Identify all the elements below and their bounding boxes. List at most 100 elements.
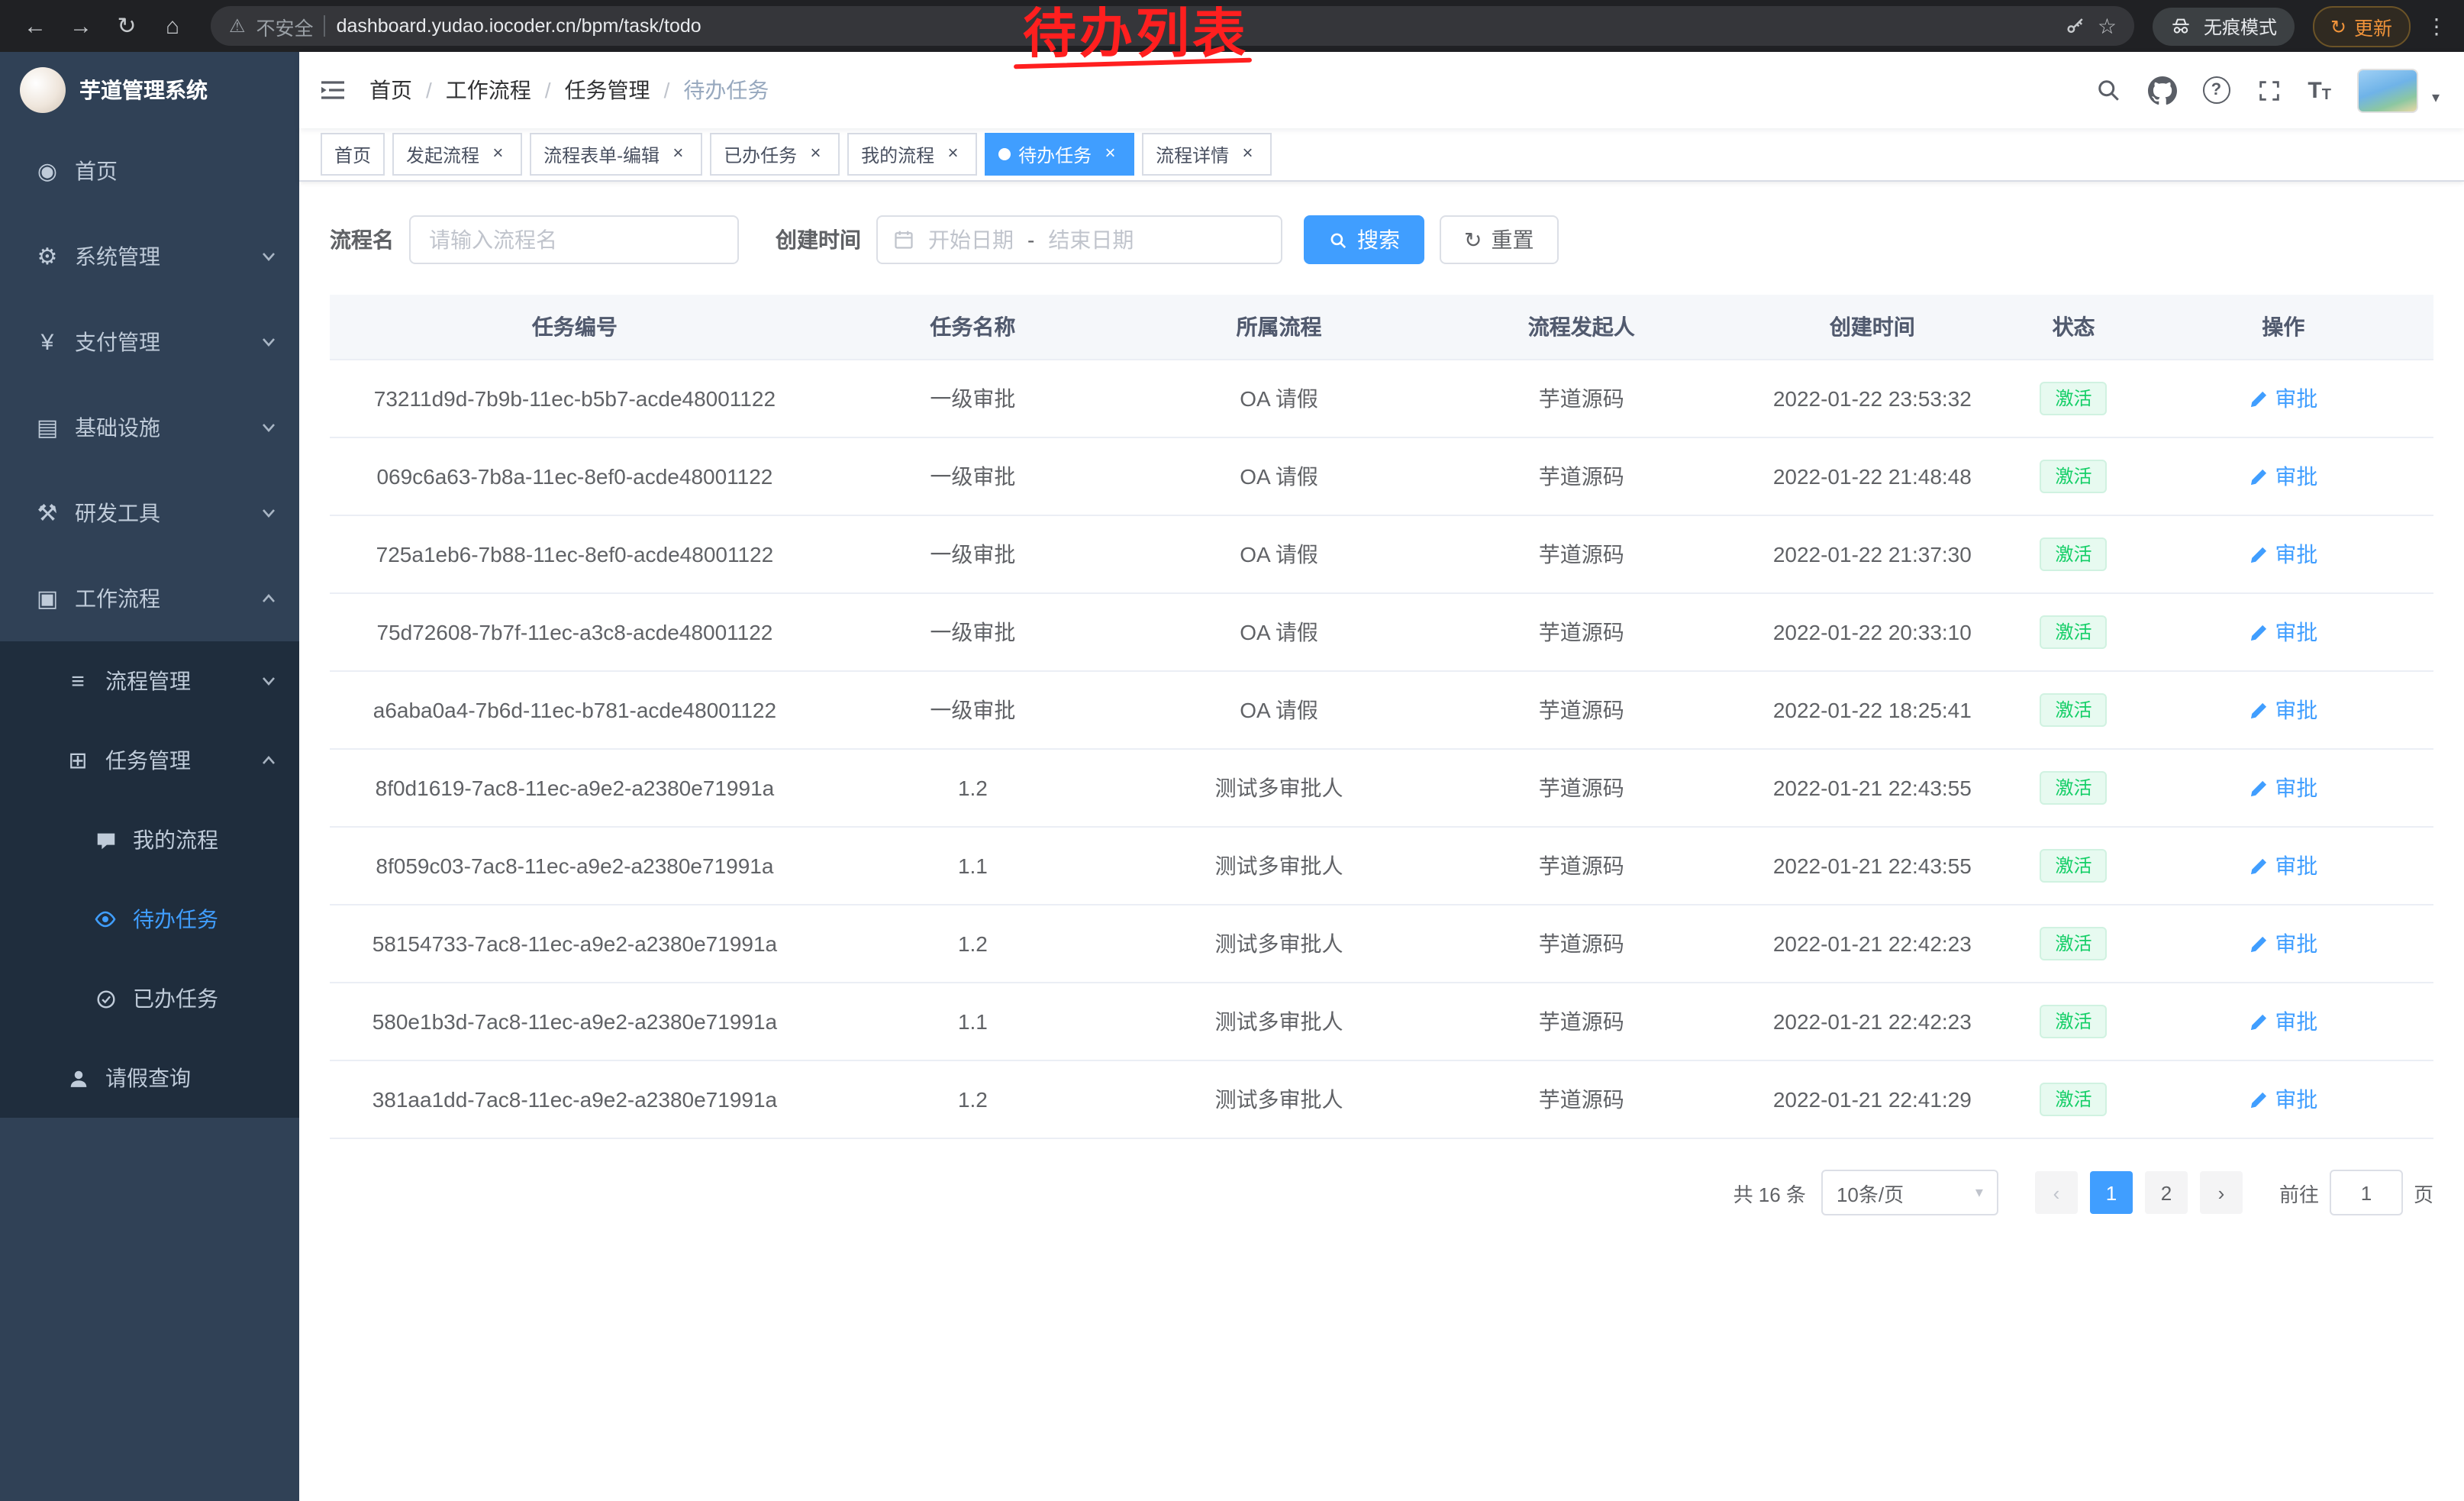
approve-link[interactable]: 审批 — [2249, 461, 2317, 492]
chevron-up-icon — [260, 589, 278, 608]
page-button-1[interactable]: 1 — [2090, 1171, 2133, 1214]
github-icon[interactable] — [2147, 76, 2176, 105]
breadcrumb-workflow[interactable]: 工作流程 — [446, 75, 531, 105]
sidebar-item-done-task[interactable]: 已办任务 — [0, 959, 299, 1038]
approve-link[interactable]: 审批 — [2249, 539, 2317, 570]
cell-starter: 芋道源码 — [1432, 437, 1730, 515]
back-icon[interactable]: ← — [15, 6, 55, 46]
cell-time: 2022-01-22 21:48:48 — [1730, 437, 2014, 515]
home-icon[interactable]: ⌂ — [153, 6, 192, 46]
filter-bar: 流程名 创建时间 开始日期 - 结束日期 搜索 ↻ — [330, 215, 2433, 264]
page-button-2[interactable]: 2 — [2145, 1171, 2188, 1214]
approve-label: 审批 — [2275, 383, 2317, 414]
sidebar-item-task-management[interactable]: ⊞ 任务管理 — [0, 721, 299, 800]
fullscreen-icon[interactable] — [2256, 77, 2282, 103]
tab-close-icon[interactable]: × — [667, 144, 689, 165]
process-name-input[interactable] — [409, 215, 739, 264]
reset-button[interactable]: ↻ 重置 — [1440, 215, 1558, 264]
sidebar-item-my-process[interactable]: 我的流程 — [0, 800, 299, 880]
cell-time: 2022-01-22 21:37:30 — [1730, 515, 2014, 593]
tab-close-icon[interactable]: × — [942, 144, 963, 165]
search-icon[interactable] — [2094, 76, 2121, 104]
status-badge: 激活 — [2040, 927, 2108, 960]
sidebar-item-payment[interactable]: ¥ 支付管理 — [0, 299, 299, 385]
avatar-caret-icon[interactable]: ▾ — [2432, 89, 2440, 112]
tags-view: 首页发起流程×流程表单-编辑×已办任务×我的流程× 待办任务 × 流程详情 × — [299, 128, 2464, 182]
sidebar-item-home[interactable]: ◉ 首页 — [0, 128, 299, 214]
tab[interactable]: 发起流程× — [392, 133, 522, 176]
sidebar-collapse-icon[interactable] — [318, 75, 348, 105]
cell-name: 一级审批 — [820, 360, 1126, 437]
finished-icon — [89, 987, 122, 1010]
cell-time: 2022-01-21 22:43:55 — [1730, 749, 2014, 827]
avatar[interactable] — [2357, 68, 2418, 112]
search-button[interactable]: 搜索 — [1304, 215, 1424, 264]
approve-link[interactable]: 审批 — [2249, 773, 2317, 803]
cell-time: 2022-01-22 23:53:32 — [1730, 360, 2014, 437]
sidebar-item-devtools[interactable]: ⚒ 研发工具 — [0, 470, 299, 556]
workflow-submenu: ≡ 流程管理 ⊞ 任务管理 我的流程 — [0, 641, 299, 1118]
navbar: 首页 / 工作流程 / 任务管理 / 待办任务 ? — [299, 52, 2464, 128]
font-size-icon[interactable]: TT — [2308, 77, 2331, 103]
approve-link[interactable]: 审批 — [2249, 851, 2317, 881]
next-page-button[interactable]: › — [2200, 1171, 2243, 1214]
sidebar-item-system[interactable]: ⚙ 系统管理 — [0, 214, 299, 299]
goto-page-input[interactable] — [2330, 1170, 2403, 1215]
cell-time: 2022-01-21 22:41:29 — [1730, 1060, 2014, 1138]
breadcrumb-task-management[interactable]: 任务管理 — [565, 75, 650, 105]
sidebar-item-process-management[interactable]: ≡ 流程管理 — [0, 641, 299, 721]
status-badge: 激活 — [2040, 693, 2108, 727]
pen-icon — [2249, 389, 2269, 408]
approve-link[interactable]: 审批 — [2249, 695, 2317, 725]
chevron-right-icon: › — [2218, 1181, 2225, 1204]
cell-starter: 芋道源码 — [1432, 671, 1730, 749]
breadcrumb-home[interactable]: 首页 — [369, 75, 412, 105]
main-area: 首页 / 工作流程 / 任务管理 / 待办任务 ? — [299, 52, 2464, 1501]
cell-id: 069c6a63-7b8a-11ec-8ef0-acde48001122 — [330, 437, 820, 515]
sidebar-item-workflow[interactable]: ▣ 工作流程 — [0, 556, 299, 641]
status-badge: 激活 — [2040, 615, 2108, 649]
table-row: 381aa1dd-7ac8-11ec-a9e2-a2380e71991a1.2测… — [330, 1060, 2433, 1138]
status-badge: 激活 — [2040, 849, 2108, 883]
tab-label: 流程详情 — [1156, 141, 1229, 167]
page-size-select[interactable]: 10条/页 ▾ — [1821, 1170, 1998, 1215]
approve-link[interactable]: 审批 — [2249, 1006, 2317, 1037]
chrome-menu-icon[interactable]: ⋮ — [2426, 13, 2449, 39]
sidebar-item-infrastructure[interactable]: ▤ 基础设施 — [0, 385, 299, 470]
cell-name: 1.2 — [820, 1060, 1126, 1138]
date-range-picker[interactable]: 开始日期 - 结束日期 — [876, 215, 1282, 264]
tab-close-icon[interactable]: × — [1237, 144, 1258, 165]
forward-icon[interactable]: → — [61, 6, 101, 46]
help-icon[interactable]: ? — [2202, 76, 2230, 104]
sidebar-item-leave-query[interactable]: 请假查询 — [0, 1038, 299, 1118]
approve-link[interactable]: 审批 — [2249, 617, 2317, 647]
tab-close-icon[interactable]: × — [805, 144, 826, 165]
tab[interactable]: 已办任务× — [710, 133, 840, 176]
tab[interactable]: 流程详情 × — [1142, 133, 1272, 176]
table-row: 73211d9d-7b9b-11ec-b5b7-acde48001122一级审批… — [330, 360, 2433, 437]
update-button[interactable]: ↻ 更新 — [2312, 5, 2411, 47]
bookmark-star-icon[interactable]: ☆ — [2098, 13, 2117, 39]
tab[interactable]: 待办任务 × — [985, 133, 1134, 176]
status-badge: 激活 — [2040, 1083, 2108, 1116]
tab[interactable]: 首页 — [321, 133, 385, 176]
table-row: 8f0d1619-7ac8-11ec-a9e2-a2380e71991a1.2测… — [330, 749, 2433, 827]
tab[interactable]: 我的流程× — [847, 133, 977, 176]
status-badge: 激活 — [2040, 771, 2108, 805]
tab-close-icon[interactable]: × — [1099, 144, 1121, 165]
approve-link[interactable]: 审批 — [2249, 928, 2317, 959]
cell-id: 381aa1dd-7ac8-11ec-a9e2-a2380e71991a — [330, 1060, 820, 1138]
tab[interactable]: 流程表单-编辑× — [530, 133, 702, 176]
goto-label: 前往 — [2279, 1178, 2319, 1207]
tab-label: 待办任务 — [1018, 141, 1092, 167]
approve-link[interactable]: 审批 — [2249, 1084, 2317, 1115]
tab-close-icon[interactable]: × — [487, 144, 508, 165]
approve-link[interactable]: 审批 — [2249, 383, 2317, 414]
prev-page-button[interactable]: ‹ — [2035, 1171, 2078, 1214]
reload-icon[interactable]: ↻ — [107, 6, 147, 46]
cell-name: 一级审批 — [820, 437, 1126, 515]
app-logo[interactable]: 芋道管理系统 — [0, 52, 299, 128]
key-icon[interactable] — [2064, 15, 2087, 37]
cell-starter: 芋道源码 — [1432, 1060, 1730, 1138]
sidebar-item-todo-task[interactable]: 待办任务 — [0, 880, 299, 959]
